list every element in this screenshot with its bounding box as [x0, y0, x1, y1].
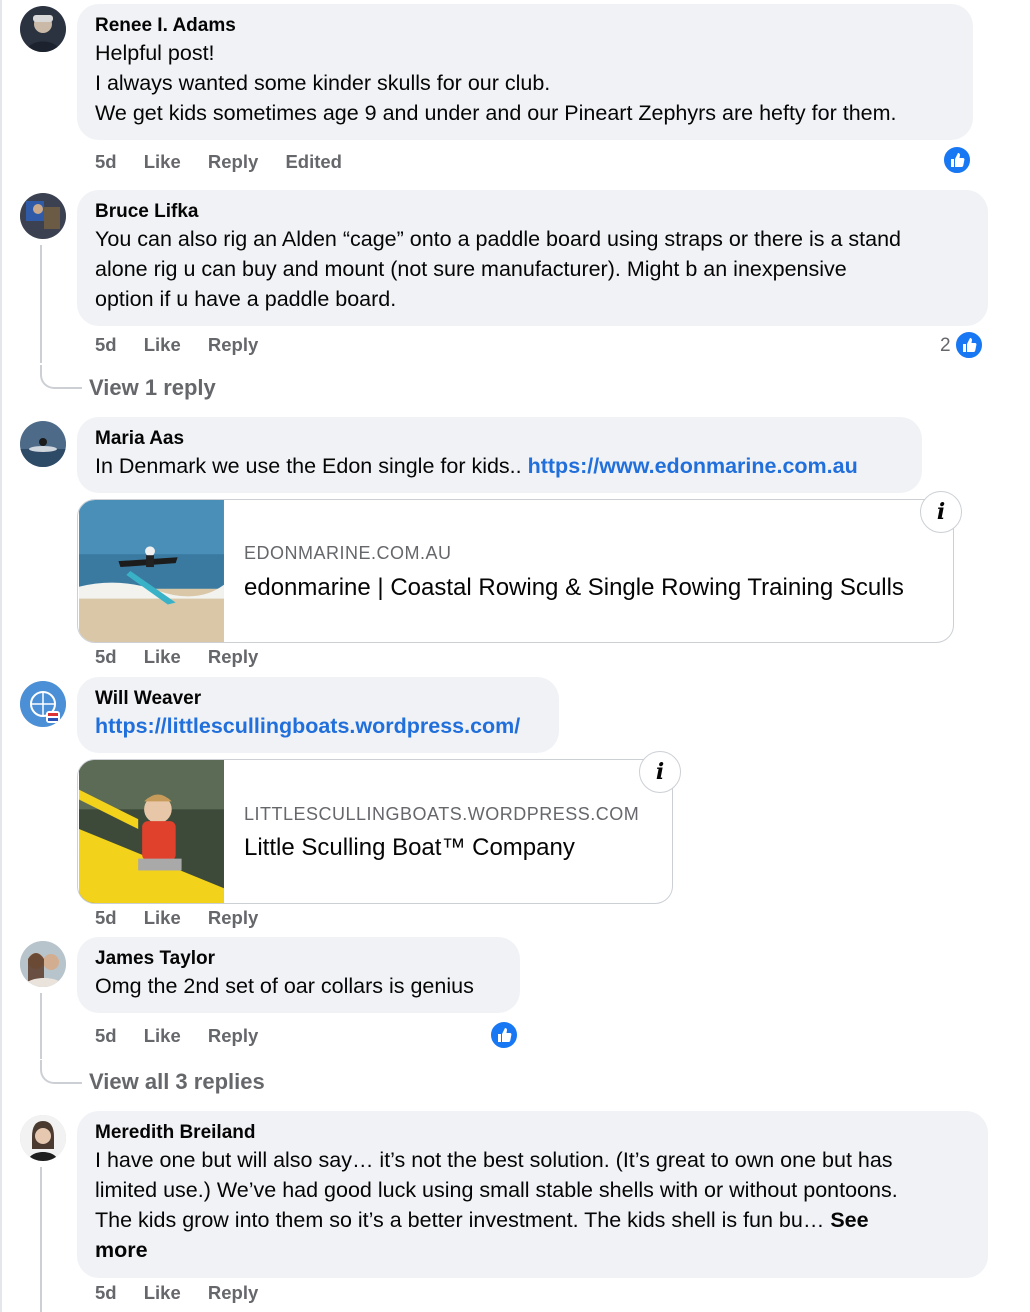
- link-preview-image: [79, 500, 224, 642]
- info-icon[interactable]: i: [639, 751, 681, 793]
- thread-line: [40, 245, 42, 363]
- comment-text-line: I always wanted some kinder skulls for o…: [95, 71, 551, 95]
- comment-author[interactable]: Bruce Lifka: [95, 200, 970, 224]
- like-button[interactable]: Like: [144, 907, 181, 928]
- like-button[interactable]: Like: [144, 646, 181, 667]
- comment-text-line: We get kids sometimes age 9 and under an…: [95, 101, 897, 125]
- comment-bubble-renee: Renee I. Adams Helpful post! I always wa…: [77, 4, 973, 140]
- link-preview-title: edonmarine | Coastal Rowing & Single Row…: [244, 574, 904, 601]
- thread-line: [40, 993, 42, 1059]
- avatar-bruce-image: [20, 193, 66, 239]
- left-edge-divider: [0, 0, 2, 1312]
- thread-connector: [40, 1060, 82, 1084]
- like-button[interactable]: Like: [144, 334, 181, 355]
- comment-actions: 5d Like Reply: [95, 1282, 280, 1304]
- comment-bubble-will: Will Weaver https://littlescullingboats.…: [77, 677, 559, 753]
- comment-actions: 5d Like Reply: [95, 334, 280, 356]
- comment-text-line: You can also rig an Alden “cage” onto a …: [95, 227, 901, 251]
- avatar-james-image: [20, 941, 66, 987]
- comment-link[interactable]: https://www.edonmarine.com.au: [528, 454, 858, 478]
- comment-text-line: limited use.) We’ve had good luck using …: [95, 1178, 898, 1202]
- comment-timestamp[interactable]: 5d: [95, 151, 117, 172]
- avatar-meredith[interactable]: [20, 1115, 66, 1161]
- comment-author[interactable]: Will Weaver: [95, 687, 541, 711]
- like-button[interactable]: Like: [144, 1025, 181, 1046]
- see-more-button[interactable]: See: [830, 1208, 868, 1232]
- comment-text: Omg the 2nd set of oar collars is genius: [95, 974, 474, 998]
- comment-author[interactable]: James Taylor: [95, 947, 502, 971]
- reply-button[interactable]: Reply: [208, 334, 258, 355]
- comment-actions: 5d Like Reply: [95, 646, 280, 668]
- comment-timestamp[interactable]: 5d: [95, 1025, 117, 1046]
- avatar-meredith-image: [20, 1115, 66, 1161]
- comment-actions: 5d Like Reply: [95, 1025, 280, 1047]
- reply-button[interactable]: Reply: [208, 151, 258, 172]
- thumbs-up-icon[interactable]: [954, 330, 984, 360]
- link-preview-image: [79, 760, 224, 903]
- thumbs-up-icon[interactable]: [942, 145, 972, 175]
- edited-label[interactable]: Edited: [285, 151, 342, 172]
- link-preview-domain: LITTLESCULLINGBOATS.WORDPRESS.COM: [244, 804, 640, 824]
- comment-author[interactable]: Maria Aas: [95, 427, 904, 451]
- comment-text-body: In Denmark we use the Edon single for ki…: [95, 454, 528, 478]
- comment-text-line: option if u have a paddle board.: [95, 287, 397, 311]
- like-button[interactable]: Like: [144, 151, 181, 172]
- link-preview-title: Little Sculling Boat™ Company: [244, 834, 575, 861]
- comment-text-line: alone rig u can buy and mount (not sure …: [95, 257, 847, 281]
- avatar-bruce[interactable]: [20, 193, 66, 239]
- comment-bubble-meredith: Meredith Breiland I have one but will al…: [77, 1111, 988, 1278]
- thread-connector: [40, 365, 82, 389]
- reaction-count[interactable]: 2: [940, 335, 951, 357]
- avatar-will[interactable]: [20, 681, 66, 727]
- info-glyph: i: [655, 759, 665, 785]
- comment-text-body: The kids grow into them so it’s a better…: [95, 1208, 831, 1232]
- avatar-maria-image: [20, 421, 66, 467]
- avatar-renee-image: [20, 6, 66, 52]
- comment-actions: 5d Like Reply: [95, 907, 280, 929]
- comment-text-line: I have one but will also say… it’s not t…: [95, 1148, 893, 1172]
- reply-button[interactable]: Reply: [208, 1282, 258, 1303]
- thread-line: [40, 1167, 42, 1312]
- view-replies-link[interactable]: View all 3 replies: [89, 1069, 265, 1095]
- comment-timestamp[interactable]: 5d: [95, 1282, 117, 1303]
- comment-bubble-james: James Taylor Omg the 2nd set of oar coll…: [77, 937, 520, 1013]
- comment-text-line: The kids grow into them so it’s a better…: [95, 1205, 970, 1235]
- see-more-button-continued[interactable]: more: [95, 1235, 970, 1265]
- thumbs-up-icon[interactable]: [489, 1020, 519, 1050]
- link-preview-domain: EDONMARINE.COM.AU: [244, 543, 452, 563]
- comment-timestamp[interactable]: 5d: [95, 646, 117, 667]
- comment-author[interactable]: Meredith Breiland: [95, 1121, 970, 1145]
- avatar-will-image: [20, 681, 66, 727]
- comment-link[interactable]: https://littlescullingboats.wordpress.co…: [95, 714, 520, 738]
- reply-button[interactable]: Reply: [208, 646, 258, 667]
- reply-button[interactable]: Reply: [208, 907, 258, 928]
- info-icon[interactable]: i: [920, 491, 962, 533]
- comment-timestamp[interactable]: 5d: [95, 907, 117, 928]
- avatar-james[interactable]: [20, 941, 66, 987]
- comment-text: In Denmark we use the Edon single for ki…: [95, 451, 904, 481]
- comment-bubble-maria: Maria Aas In Denmark we use the Edon sin…: [77, 417, 922, 493]
- comment-author[interactable]: Renee I. Adams: [95, 14, 955, 38]
- view-replies-link[interactable]: View 1 reply: [89, 375, 216, 401]
- info-glyph: i: [936, 499, 946, 525]
- comment-timestamp[interactable]: 5d: [95, 334, 117, 355]
- avatar-maria[interactable]: [20, 421, 66, 467]
- comment-actions: 5d Like Reply Edited: [95, 151, 364, 173]
- link-preview-card[interactable]: LITTLESCULLINGBOATS.WORDPRESS.COM Little…: [77, 759, 673, 904]
- comment-text-line: Helpful post!: [95, 41, 215, 65]
- avatar-renee[interactable]: [20, 6, 66, 52]
- like-button[interactable]: Like: [144, 1282, 181, 1303]
- link-preview-card[interactable]: EDONMARINE.COM.AU edonmarine | Coastal R…: [77, 499, 954, 643]
- reply-button[interactable]: Reply: [208, 1025, 258, 1046]
- comment-bubble-bruce: Bruce Lifka You can also rig an Alden “c…: [77, 190, 988, 326]
